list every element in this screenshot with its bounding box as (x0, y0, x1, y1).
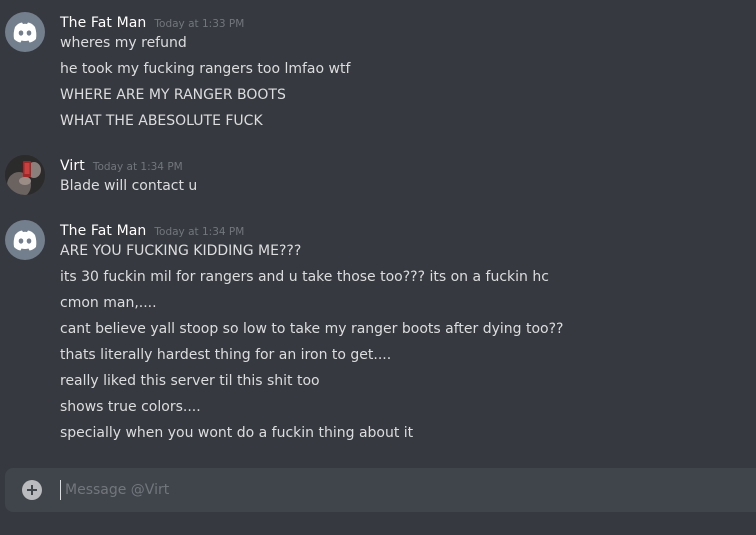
plus-circle-icon[interactable] (22, 480, 42, 500)
message-line: really liked this server til this shit t… (60, 373, 320, 389)
user-photo-avatar (5, 155, 45, 195)
message-input[interactable] (65, 480, 745, 500)
message-list: The Fat Man Today at 1:33 PM wheres my re… (0, 0, 756, 460)
text-caret (60, 480, 61, 500)
avatar[interactable] (5, 220, 45, 260)
message-line: cant believe yall stoop so low to take m… (60, 321, 564, 337)
discord-logo-icon (13, 230, 37, 251)
message-line: specially when you wont do a fuckin thin… (60, 425, 414, 441)
message-line: thats literally hardest thing for an iro… (60, 347, 392, 363)
message-header: The Fat Man Today at 1:34 PM (60, 220, 244, 242)
message-composer (5, 468, 756, 512)
username[interactable]: The Fat Man (60, 223, 146, 239)
message-line: he took my fucking rangers too lmfao wtf (60, 61, 351, 77)
message-header: The Fat Man Today at 1:33 PM (60, 12, 244, 34)
username[interactable]: Virt (60, 158, 85, 174)
message-line: Blade will contact u (60, 178, 198, 194)
message-line: WHAT THE ABESOLUTE FUCK (60, 113, 263, 129)
discord-logo-icon (13, 22, 37, 43)
timestamp: Today at 1:34 PM (154, 226, 245, 238)
timestamp: Today at 1:34 PM (92, 161, 183, 173)
message-line: cmon man,.... (60, 295, 157, 311)
message-line: its 30 fuckin mil for rangers and u take… (60, 269, 549, 285)
avatar[interactable] (5, 12, 45, 52)
username[interactable]: The Fat Man (60, 15, 146, 31)
timestamp: Today at 1:33 PM (154, 18, 245, 30)
avatar[interactable] (5, 155, 45, 195)
message-line: wheres my refund (60, 35, 187, 51)
message-line: shows true colors.... (60, 399, 201, 415)
message-line: ARE YOU FUCKING KIDDING ME??? (60, 243, 302, 259)
direct-message-window: The Fat Man Today at 1:33 PM wheres my re… (0, 0, 756, 535)
message-header: Virt Today at 1:34 PM (60, 155, 183, 177)
message-line: WHERE ARE MY RANGER BOOTS (60, 87, 286, 103)
